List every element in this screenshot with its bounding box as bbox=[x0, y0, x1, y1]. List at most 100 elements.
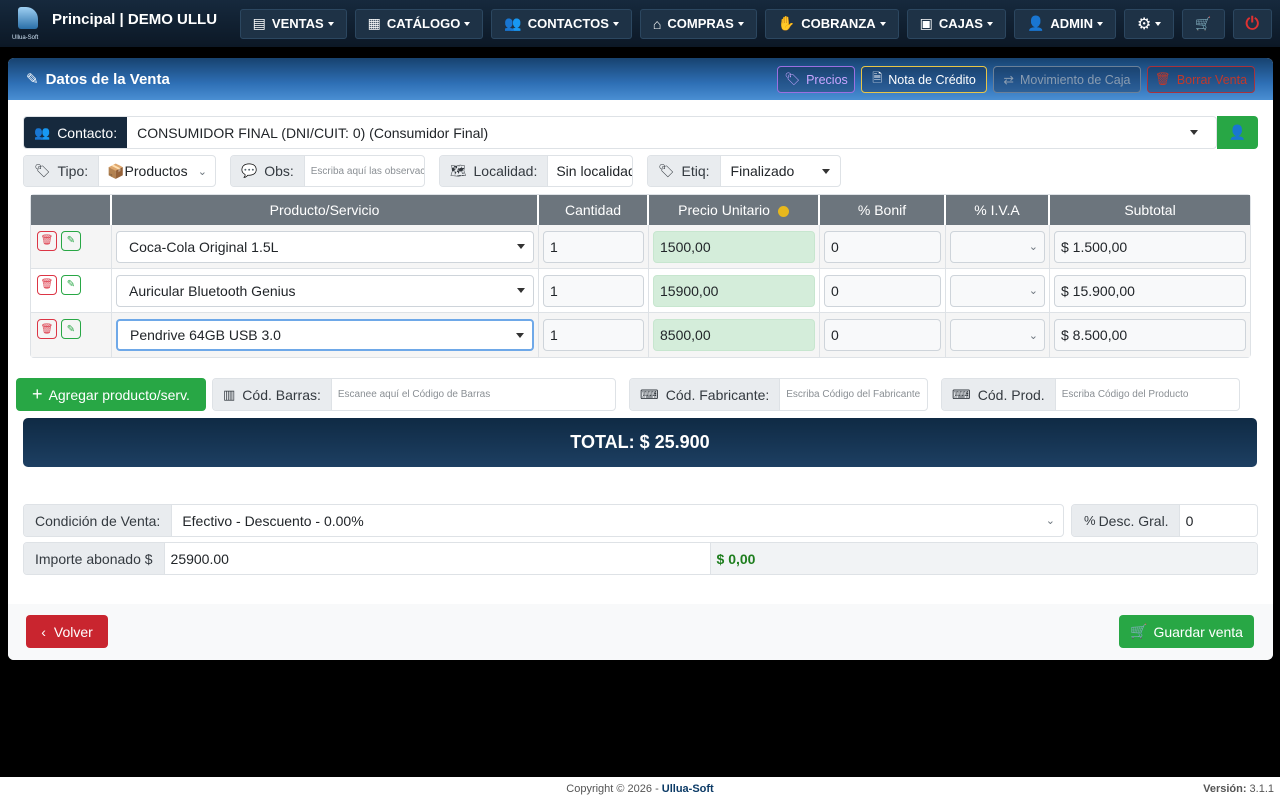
tipo-label: 🏷 Tipo: bbox=[24, 156, 100, 186]
nav-settings[interactable]: ⚙ bbox=[1124, 8, 1175, 39]
importe-label: Importe abonado $ bbox=[24, 543, 165, 574]
delete-row-button[interactable]: 🗑 bbox=[37, 319, 57, 339]
chevron-down-icon: ⌄ bbox=[1028, 241, 1038, 253]
brand-logo: Ullua-Soft bbox=[12, 5, 48, 43]
card-header: ✎ Datos de la Venta 🏷 Precios 🗎 Nota de Cr… bbox=[8, 58, 1273, 100]
product-select[interactable]: Coca-Cola Original 1.5L bbox=[116, 230, 534, 263]
plus-icon: + bbox=[32, 384, 43, 404]
edit-row-button[interactable]: ✎ bbox=[61, 230, 81, 251]
gear-icon: ⚙ bbox=[1137, 15, 1152, 33]
precio-input[interactable]: 15900,00 bbox=[653, 274, 815, 307]
chevron-down-icon: ⌄ bbox=[1045, 515, 1055, 527]
users-icon: 👥 bbox=[504, 15, 522, 31]
version: Versión: 3.1.1 bbox=[1203, 782, 1274, 795]
contacto-add-button[interactable]: 👤 bbox=[1217, 116, 1258, 149]
etiq-label: 🏷 Etiq: bbox=[648, 156, 721, 186]
precio-input[interactable]: 8500,00 bbox=[653, 319, 815, 351]
tags-icon: 🏷 bbox=[784, 72, 801, 86]
nota-credito-button[interactable]: 🗎 Nota de Crédito bbox=[861, 66, 987, 93]
desc-gral-group: % Desc. Gral. 0 bbox=[1071, 504, 1258, 537]
nav-ventas[interactable]: ▤ VENTAS bbox=[239, 8, 347, 39]
user-gear-icon: 👤 bbox=[1026, 15, 1045, 31]
borrar-venta-button[interactable]: 🗑 Borrar Venta bbox=[1147, 66, 1255, 93]
contacto-group: 👥 Contacto: CONSUMIDOR FINAL (DNI/CUIT: 0… bbox=[23, 116, 1217, 149]
hand-money-icon: ✋ bbox=[777, 15, 796, 31]
subtotal-value: $ 1.500,00 bbox=[1054, 230, 1246, 263]
chevron-down-icon: ⌄ bbox=[1028, 285, 1038, 297]
info-icon[interactable] bbox=[777, 205, 789, 217]
table-header-row: Producto/Servicio Cantidad Precio Unitar… bbox=[31, 195, 1250, 225]
cod-fabricante-input[interactable]: Escriba Código del Fabricante bbox=[780, 379, 927, 410]
users-icon: 👥 bbox=[34, 124, 51, 140]
cod-prod-input[interactable]: Escriba Código del Producto bbox=[1056, 379, 1239, 410]
map-icon: 🗺 bbox=[450, 163, 467, 178]
card-title: ✎ Datos de la Venta bbox=[26, 70, 170, 89]
table-row: 🗑 ✎ Coca-Cola Original 1.5L 1 1500,00 0 ⌄… bbox=[31, 225, 1250, 269]
nav-cajas[interactable]: ▣ CAJAS bbox=[906, 8, 1006, 39]
top-navbar: Ullua-Soft Principal | DEMO ULLU ▤ VENTAS… bbox=[0, 0, 1280, 47]
delete-row-button[interactable]: 🗑 bbox=[37, 274, 57, 295]
table-row: 🗑 ✎ Auricular Bluetooth Genius 1 15900,00… bbox=[31, 269, 1250, 313]
cantidad-input[interactable]: 1 bbox=[543, 230, 644, 263]
contacto-select[interactable]: CONSUMIDOR FINAL (DNI/CUIT: 0) (Consumid… bbox=[127, 117, 1216, 148]
cantidad-input[interactable]: 1 bbox=[543, 274, 644, 307]
edit-row-button[interactable]: ✎ bbox=[61, 319, 81, 339]
header-cantidad: Cantidad bbox=[539, 195, 649, 225]
nav-compras[interactable]: ⌂ COMPRAS bbox=[639, 8, 757, 39]
tags-icon: 🏷 bbox=[34, 163, 51, 178]
copyright: Copyright © 2026 - Ullua-Soft bbox=[0, 777, 1280, 800]
obs-input[interactable]: Escriba aquí las observaciones bbox=[305, 156, 424, 186]
obs-label: 💬 Obs: bbox=[231, 156, 305, 186]
keyboard-icon: ⌨ bbox=[952, 386, 971, 402]
edit-icon: ✎ bbox=[26, 71, 39, 88]
comment-icon: 💬 bbox=[241, 163, 258, 178]
sale-card: ✎ Datos de la Venta 🏷 Precios 🗎 Nota de Cr… bbox=[8, 58, 1273, 660]
precios-button[interactable]: 🏷 Precios bbox=[777, 66, 855, 93]
cart-icon: 🛒 bbox=[1130, 623, 1148, 639]
agregar-producto-button[interactable]: + Agregar producto/serv. bbox=[16, 378, 206, 411]
delete-row-button[interactable]: 🗑 bbox=[37, 230, 57, 251]
movimiento-caja-button[interactable]: ⇄ Movimiento de Caja bbox=[993, 66, 1141, 93]
footer-brand-link[interactable]: Ullua-Soft bbox=[662, 783, 714, 795]
importe-input[interactable]: 25900.00 bbox=[165, 543, 711, 574]
condicion-select[interactable]: Efectivo - Descuento - 0.00% ⌄ bbox=[172, 505, 1063, 536]
volver-button[interactable]: ‹ Volver bbox=[26, 615, 108, 648]
cash-register-icon: ▤ bbox=[252, 15, 266, 31]
subtotal-value: $ 15.900,00 bbox=[1054, 274, 1246, 307]
cod-barras-input[interactable]: Escanee aquí el Código de Barras bbox=[332, 379, 615, 410]
bonif-input[interactable]: 0 bbox=[824, 274, 941, 307]
cantidad-input[interactable]: 1 bbox=[543, 319, 644, 351]
iva-select[interactable]: ⌄ bbox=[950, 274, 1045, 307]
nav-admin[interactable]: 👤 ADMIN bbox=[1013, 8, 1117, 39]
nav-catalogo[interactable]: ▦ CATÁLOGO bbox=[354, 8, 484, 39]
subtotal-value: $ 8.500,00 bbox=[1054, 319, 1246, 351]
etiq-group: 🏷 Etiq: Finalizado bbox=[647, 155, 841, 187]
vuelto-value: $ 0,00 bbox=[710, 543, 1257, 574]
product-select[interactable]: Pendrive 64GB USB 3.0 bbox=[116, 319, 534, 351]
edit-row-button[interactable]: ✎ bbox=[61, 274, 81, 295]
header-subtotal: Subtotal bbox=[1050, 195, 1250, 225]
etiq-select[interactable]: Finalizado bbox=[721, 156, 840, 186]
cod-barras-label: ▥ Cód. Barras: bbox=[213, 379, 332, 410]
percent-icon: % bbox=[1084, 513, 1096, 528]
tipo-select[interactable]: 📦Productos ⌄ bbox=[99, 156, 215, 186]
desc-gral-input[interactable]: 0 bbox=[1180, 505, 1257, 536]
nav-logout[interactable]: ⏻ bbox=[1232, 8, 1272, 39]
barcode-icon: ▥ bbox=[223, 386, 236, 402]
total-banner: TOTAL: $ 25.900 bbox=[23, 418, 1257, 467]
nav-cobranza[interactable]: ✋ COBRANZA bbox=[764, 8, 899, 39]
bonif-input[interactable]: 0 bbox=[824, 319, 941, 351]
nav-cart[interactable]: 🛒 bbox=[1182, 8, 1225, 39]
boxes-icon: ▦ bbox=[367, 15, 381, 31]
bonif-input[interactable]: 0 bbox=[824, 230, 941, 263]
precio-input[interactable]: 1500,00 bbox=[653, 230, 815, 263]
nav-contactos[interactable]: 👥 CONTACTOS bbox=[491, 8, 632, 39]
brand[interactable]: Ullua-Soft Principal | DEMO ULLU bbox=[0, 0, 240, 47]
iva-select[interactable]: ⌄ bbox=[950, 319, 1045, 351]
iva-select[interactable]: ⌄ bbox=[950, 230, 1045, 263]
guardar-venta-button[interactable]: 🛒 Guardar venta bbox=[1119, 615, 1254, 648]
localidad-select[interactable]: Sin localidad bbox=[548, 156, 632, 186]
product-select[interactable]: Auricular Bluetooth Genius bbox=[116, 274, 534, 307]
localidad-label: 🗺 Localidad: bbox=[440, 156, 549, 186]
condicion-label: Condición de Venta: bbox=[24, 505, 173, 536]
